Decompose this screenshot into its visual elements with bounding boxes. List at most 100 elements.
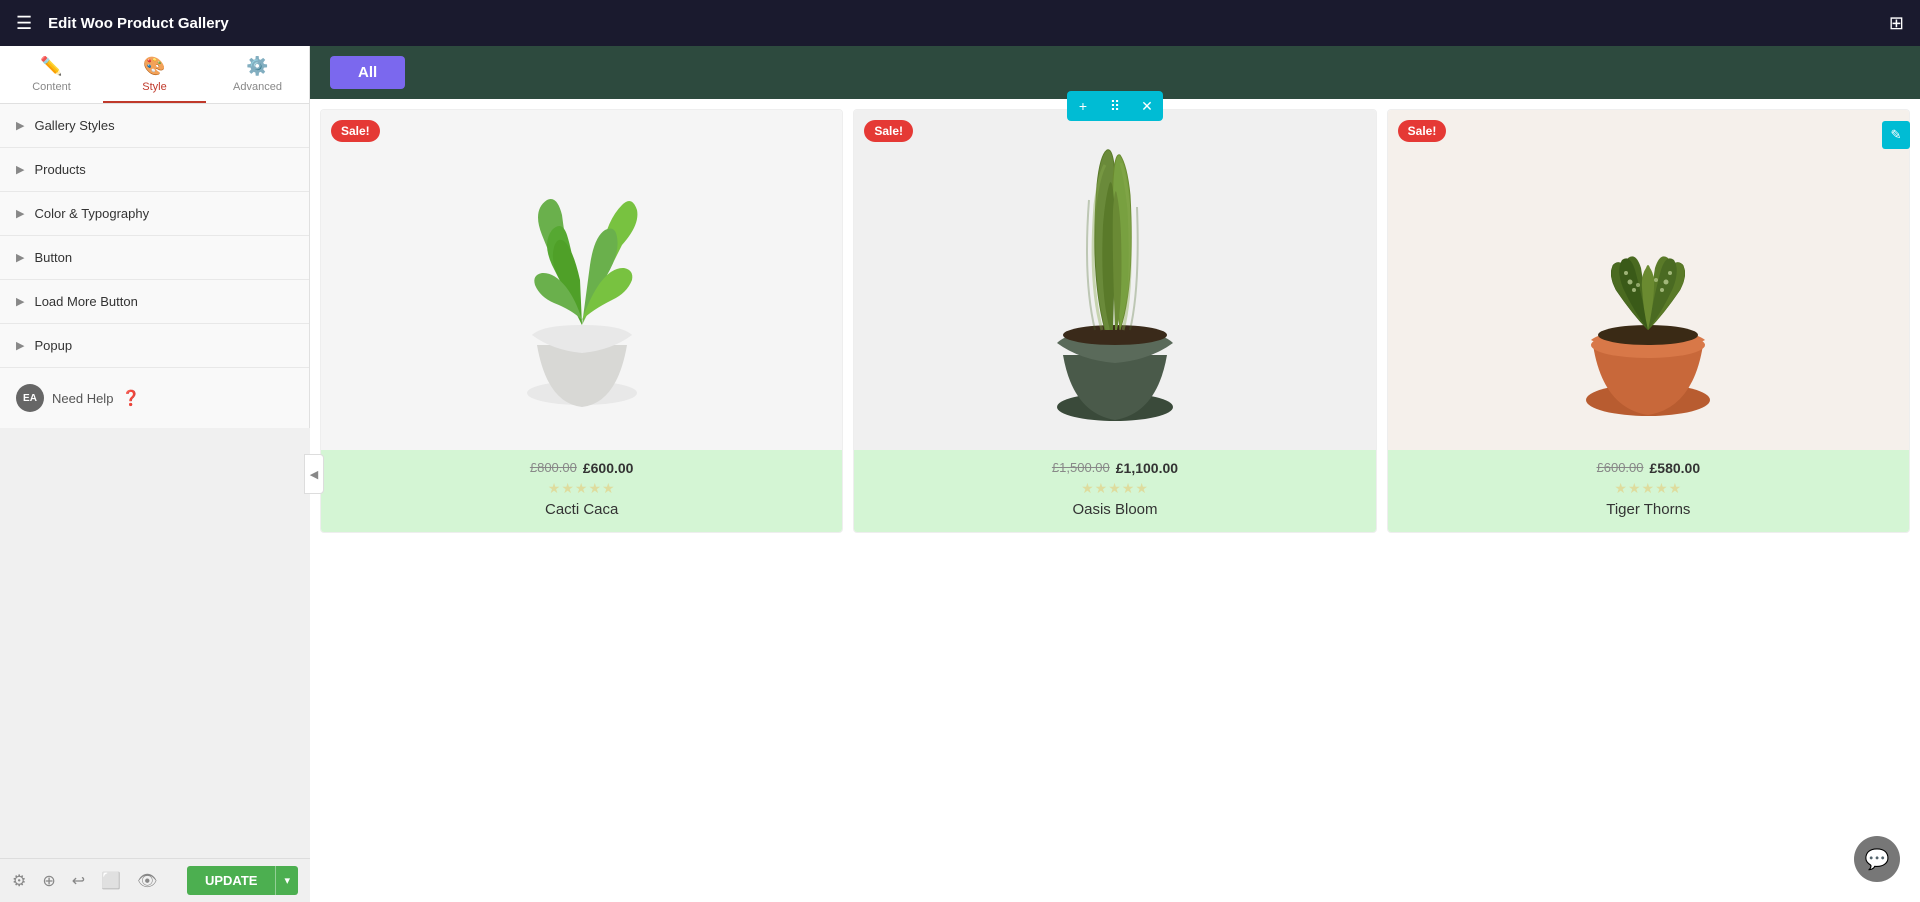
- accordion-header-gallery-styles[interactable]: ▶ Gallery Styles: [0, 104, 309, 147]
- edit-pencil-button[interactable]: ✎: [1882, 121, 1910, 149]
- product-grid: Sale!: [310, 99, 1920, 543]
- update-button[interactable]: UPDATE: [187, 866, 275, 895]
- product-image-area-1: Sale!: [321, 110, 842, 450]
- accordion-header-button[interactable]: ▶ Button: [0, 236, 309, 279]
- help-circle-icon[interactable]: ❓: [121, 389, 140, 407]
- products-label: Products: [34, 162, 85, 177]
- star-empty-1: ★: [548, 480, 562, 496]
- responsive-icon[interactable]: ⬜: [101, 871, 121, 891]
- star2-empty-5: ★: [1135, 480, 1149, 496]
- widget-toolbar: + ⠿ ✕: [1067, 91, 1163, 121]
- chevron-right-icon: ▶: [16, 119, 24, 132]
- update-button-group: UPDATE ▾: [187, 866, 298, 895]
- star-empty-3: ★: [575, 480, 589, 496]
- accordion-header-load-more[interactable]: ▶ Load More Button: [0, 280, 309, 323]
- sale-badge-3: Sale!: [1398, 120, 1447, 142]
- price-new-2: £1,100.00: [1116, 460, 1178, 476]
- canvas: All Sale!: [310, 46, 1920, 902]
- product-image-area-2: Sale!: [854, 110, 1375, 450]
- product-image-3: [1538, 130, 1758, 430]
- sidebar-footer[interactable]: EA Need Help ❓: [0, 368, 309, 428]
- chat-bubble-button[interactable]: 💬: [1854, 836, 1900, 882]
- product-image-area-3: Sale!: [1388, 110, 1909, 450]
- sidebar-wrapper: ✏️ Content 🎨 Style ⚙️ Advanced ▶ Gall: [0, 46, 310, 902]
- load-more-label: Load More Button: [34, 294, 137, 309]
- product-name-1: Cacti Caca: [333, 501, 830, 518]
- star-empty-2: ★: [561, 480, 575, 496]
- tab-style[interactable]: 🎨 Style: [103, 46, 206, 103]
- close-widget-button[interactable]: ✕: [1131, 91, 1163, 121]
- price-old-1: £800.00: [530, 460, 577, 476]
- star3-empty-1: ★: [1614, 480, 1628, 496]
- accordion-load-more: ▶ Load More Button: [0, 280, 309, 324]
- star3-empty-4: ★: [1655, 480, 1669, 496]
- need-help-label: Need Help: [52, 391, 113, 406]
- star2-empty-4: ★: [1122, 480, 1136, 496]
- product-stars-2: ★★★★★: [866, 480, 1363, 497]
- star-empty-5: ★: [602, 480, 616, 496]
- undo-icon[interactable]: ↩: [72, 871, 85, 891]
- product-info-1: £800.00 £600.00 ★★★★★ Cacti Caca: [321, 450, 842, 532]
- accordion-header-color-typography[interactable]: ▶ Color & Typography: [0, 192, 309, 235]
- accordion-gallery-styles: ▶ Gallery Styles: [0, 104, 309, 148]
- color-typography-label: Color & Typography: [34, 206, 149, 221]
- price-old-2: £1,500.00: [1052, 460, 1110, 476]
- preview-icon[interactable]: 👁: [137, 871, 157, 891]
- product-card-cacti-caca: Sale!: [320, 109, 843, 533]
- star3-empty-3: ★: [1642, 480, 1656, 496]
- add-widget-button[interactable]: +: [1067, 91, 1099, 121]
- product-prices-1: £800.00 £600.00: [333, 460, 830, 476]
- filter-all-button[interactable]: All: [330, 56, 405, 89]
- product-stars-1: ★★★★★: [333, 480, 830, 497]
- accordion-header-popup[interactable]: ▶ Popup: [0, 324, 309, 367]
- product-name-2: Oasis Bloom: [866, 501, 1363, 518]
- grid-icon[interactable]: ⊞: [1889, 13, 1904, 34]
- chevron-right-icon-3: ▶: [16, 207, 24, 220]
- tab-content-label: Content: [32, 81, 71, 93]
- sidebar: ✏️ Content 🎨 Style ⚙️ Advanced ▶ Gall: [0, 46, 310, 428]
- tab-content[interactable]: ✏️ Content: [0, 46, 103, 103]
- price-old-3: £600.00: [1597, 460, 1644, 476]
- page-title: Edit Woo Product Gallery: [48, 15, 1873, 32]
- tab-advanced-label: Advanced: [233, 81, 282, 93]
- product-stars-3: ★★★★★: [1400, 480, 1897, 497]
- sale-badge-2: Sale!: [864, 120, 913, 142]
- product-image-1: [472, 135, 692, 425]
- sale-badge-1: Sale!: [331, 120, 380, 142]
- button-label: Button: [34, 250, 72, 265]
- product-name-3: Tiger Thorns: [1400, 501, 1897, 518]
- star2-empty-1: ★: [1081, 480, 1095, 496]
- hamburger-icon[interactable]: ☰: [16, 13, 32, 34]
- popup-label: Popup: [34, 338, 72, 353]
- tab-advanced[interactable]: ⚙️ Advanced: [206, 46, 309, 103]
- advanced-icon: ⚙️: [246, 56, 268, 77]
- accordion-header-products[interactable]: ▶ Products: [0, 148, 309, 191]
- product-card-oasis-bloom: Sale!: [853, 109, 1376, 533]
- product-prices-2: £1,500.00 £1,100.00: [866, 460, 1363, 476]
- star-empty-4: ★: [588, 480, 602, 496]
- sidebar-collapse-button[interactable]: ◀: [304, 454, 324, 494]
- accordion-products: ▶ Products: [0, 148, 309, 192]
- content-icon: ✏️: [40, 56, 62, 77]
- chevron-right-icon-5: ▶: [16, 295, 24, 308]
- product-image-2: [1005, 125, 1225, 435]
- update-dropdown-button[interactable]: ▾: [275, 866, 298, 895]
- star2-empty-3: ★: [1108, 480, 1122, 496]
- ea-logo: EA: [16, 384, 44, 412]
- settings-icon[interactable]: ⚙: [12, 871, 26, 891]
- chevron-right-icon-6: ▶: [16, 339, 24, 352]
- product-info-2: £1,500.00 £1,100.00 ★★★★★ Oasis Bloom: [854, 450, 1375, 532]
- star3-empty-2: ★: [1628, 480, 1642, 496]
- star3-empty-5: ★: [1669, 480, 1683, 496]
- layers-icon[interactable]: ⊕: [42, 871, 55, 891]
- move-widget-button[interactable]: ⠿: [1099, 91, 1131, 121]
- accordion: ▶ Gallery Styles ▶ Products ▶ Color & Ty…: [0, 104, 309, 368]
- accordion-button: ▶ Button: [0, 236, 309, 280]
- star2-empty-2: ★: [1095, 480, 1109, 496]
- tab-style-label: Style: [142, 81, 166, 93]
- price-new-1: £600.00: [583, 460, 634, 476]
- style-icon: 🎨: [143, 56, 165, 77]
- chevron-right-icon-4: ▶: [16, 251, 24, 264]
- bottom-bar: ⚙ ⊕ ↩ ⬜ 👁 UPDATE ▾: [0, 858, 310, 902]
- gallery-styles-label: Gallery Styles: [34, 118, 114, 133]
